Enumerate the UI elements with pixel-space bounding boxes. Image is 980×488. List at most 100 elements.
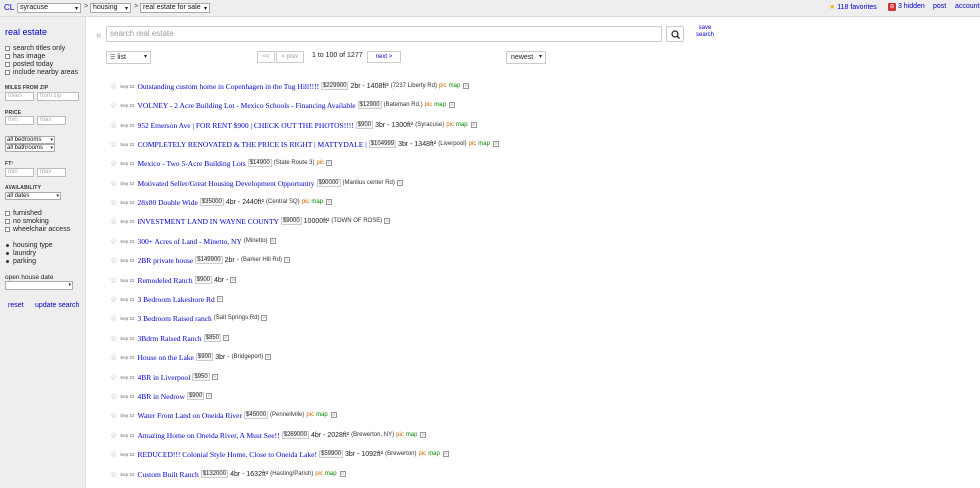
wheelchair-checkbox[interactable]: wheelchair access <box>5 226 70 233</box>
listing-title-link[interactable]: Amazing Home on Oneida River, A Must See… <box>137 431 279 440</box>
housing-type-expander[interactable]: housing type <box>6 242 53 249</box>
hide-posting-icon[interactable]: ⊖ <box>326 199 333 205</box>
hide-posting-icon[interactable]: ⊖ <box>261 315 268 321</box>
hide-posting-icon[interactable]: ⊖ <box>448 102 455 108</box>
update-search-button[interactable]: update search <box>35 302 79 309</box>
hide-posting-icon[interactable]: ⊖ <box>216 296 223 302</box>
favorite-star-icon[interactable]: ☆ <box>110 450 117 459</box>
section-select[interactable]: housing ▾ <box>90 3 131 13</box>
city-select[interactable]: syracuse ▾ <box>17 3 81 13</box>
favorite-star-icon[interactable]: ☆ <box>110 470 117 479</box>
zip-input[interactable]: from zip <box>37 92 79 101</box>
map-tag[interactable]: map <box>325 471 337 477</box>
search-button[interactable] <box>666 26 684 42</box>
search-titles-checkbox[interactable]: search titles only <box>5 45 65 52</box>
listing-title-link[interactable]: 28x80 Double Wide <box>137 198 197 207</box>
favorite-star-icon[interactable]: ☆ <box>110 198 117 207</box>
category-title[interactable]: real estate <box>5 27 47 37</box>
map-tag[interactable]: map <box>311 199 323 205</box>
save-search-link[interactable]: save search <box>694 25 716 39</box>
nearby-areas-checkbox[interactable]: include nearby areas <box>5 69 78 76</box>
hide-posting-icon[interactable]: ⊖ <box>206 393 213 399</box>
hide-posting-icon[interactable]: ⊖ <box>265 354 272 360</box>
hide-posting-icon[interactable]: ⊖ <box>396 180 403 186</box>
listing-title-link[interactable]: 2BR private house <box>137 256 193 265</box>
hide-posting-icon[interactable]: ⊖ <box>222 335 229 341</box>
favorite-star-icon[interactable]: ☆ <box>110 140 117 149</box>
next-page-button[interactable]: next > <box>367 51 401 63</box>
favorite-star-icon[interactable]: ☆ <box>110 373 117 382</box>
price-min-input[interactable]: min <box>5 116 34 125</box>
favorite-star-icon[interactable]: ☆ <box>110 334 117 343</box>
hide-posting-icon[interactable]: ⊖ <box>284 257 291 263</box>
listing-title-link[interactable]: Water Front Land on Oneida River <box>137 411 242 420</box>
availability-select[interactable]: all dates ▾ <box>5 192 61 200</box>
hide-posting-icon[interactable]: ⊖ <box>470 122 477 128</box>
listing-title-link[interactable]: 3 Bedroom Raised ranch <box>137 314 211 323</box>
miles-input[interactable]: miles <box>5 92 34 101</box>
map-tag[interactable]: map <box>316 412 328 418</box>
checkbox-box[interactable] <box>5 70 10 75</box>
favorite-star-icon[interactable]: ☆ <box>110 121 117 130</box>
reset-button[interactable]: reset <box>8 302 24 309</box>
account-link[interactable]: account <box>955 3 980 10</box>
hidden-link[interactable]: ⊘ 3 hidden <box>888 3 925 11</box>
listing-title-link[interactable]: 3Bdrm Raised Ranch <box>137 334 201 343</box>
furnished-checkbox[interactable]: furnished <box>5 210 42 217</box>
checkbox-box[interactable] <box>5 62 10 67</box>
parking-expander[interactable]: parking <box>6 258 36 265</box>
hide-posting-icon[interactable]: ⊖ <box>326 160 333 166</box>
listing-title-link[interactable]: VOLNEY - 2 Acre Building Lot - Mexico Sc… <box>137 101 355 110</box>
map-tag[interactable]: map <box>456 122 468 128</box>
hide-posting-icon[interactable]: ⊖ <box>230 277 237 283</box>
listing-title-link[interactable]: REDUCED!!! Colonial Style Home, Close to… <box>137 450 317 459</box>
listing-title-link[interactable]: 300+ Acres of Land - Minetto, NY <box>137 237 241 246</box>
map-tag[interactable]: map <box>478 141 490 147</box>
hide-posting-icon[interactable]: ⊖ <box>339 471 346 477</box>
listing-title-link[interactable]: COMPLETELY RENOVATED & THE PRICE IS RIGH… <box>137 140 366 149</box>
sort-select[interactable]: newest ▾ <box>506 51 546 64</box>
bedrooms-select[interactable]: all bedrooms ▾ <box>5 136 55 144</box>
favorite-star-icon[interactable]: ☆ <box>110 159 117 168</box>
craigslist-logo[interactable]: CL <box>4 3 14 12</box>
first-page-button[interactable]: << <box>257 51 275 63</box>
category-select[interactable]: real estate for sale ▾ <box>140 3 210 13</box>
search-input[interactable]: search real estate <box>106 26 662 42</box>
hide-posting-icon[interactable]: ⊖ <box>269 238 276 244</box>
view-mode-select[interactable]: ☰ list ▾ <box>106 51 151 64</box>
favorite-star-icon[interactable]: ☆ <box>110 276 117 285</box>
map-tag[interactable]: map <box>434 102 446 108</box>
collapse-sidebar-icon[interactable]: « <box>96 30 102 41</box>
favorite-star-icon[interactable]: ☆ <box>110 431 117 440</box>
favorite-star-icon[interactable]: ☆ <box>110 179 117 188</box>
favorites-link[interactable]: ★ 118 favorites <box>829 3 877 11</box>
listing-title-link[interactable]: Custom Built Ranch <box>137 470 198 479</box>
favorite-star-icon[interactable]: ☆ <box>110 353 117 362</box>
no-smoking-checkbox[interactable]: no smoking <box>5 218 49 225</box>
listing-title-link[interactable]: House on the Lake <box>137 353 193 362</box>
post-link[interactable]: post <box>933 3 946 10</box>
hide-posting-icon[interactable]: ⊖ <box>420 432 427 438</box>
listing-title-link[interactable]: Mexico - Two 5-Acre Building Lots <box>137 159 245 168</box>
listing-title-link[interactable]: Motivated Seller/Great Housing Developme… <box>137 179 314 188</box>
map-tag[interactable]: map <box>428 451 440 457</box>
listing-title-link[interactable]: Outstanding custom home in Copenhagen in… <box>137 82 319 91</box>
favorite-star-icon[interactable]: ☆ <box>110 217 117 226</box>
hide-posting-icon[interactable]: ⊖ <box>442 451 449 457</box>
posted-today-checkbox[interactable]: posted today <box>5 61 53 68</box>
open-house-select[interactable]: ▾ <box>5 281 73 290</box>
favorite-star-icon[interactable]: ☆ <box>110 411 117 420</box>
hide-posting-icon[interactable]: ⊖ <box>330 412 337 418</box>
checkbox-box[interactable] <box>5 46 10 51</box>
favorite-star-icon[interactable]: ☆ <box>110 392 117 401</box>
favorite-star-icon[interactable]: ☆ <box>110 101 117 110</box>
sqft-min-input[interactable]: min <box>5 168 34 177</box>
hide-posting-icon[interactable]: ⊖ <box>211 374 218 380</box>
favorite-star-icon[interactable]: ☆ <box>110 82 117 91</box>
sqft-max-input[interactable]: max <box>37 168 66 177</box>
checkbox-box[interactable] <box>5 219 10 224</box>
checkbox-box[interactable] <box>5 54 10 59</box>
listing-title-link[interactable]: INVESTMENT LAND IN WAYNE COUNTY <box>137 217 279 226</box>
hide-posting-icon[interactable]: ⊖ <box>492 141 499 147</box>
listing-title-link[interactable]: 4BR in Liverpool <box>137 373 190 382</box>
